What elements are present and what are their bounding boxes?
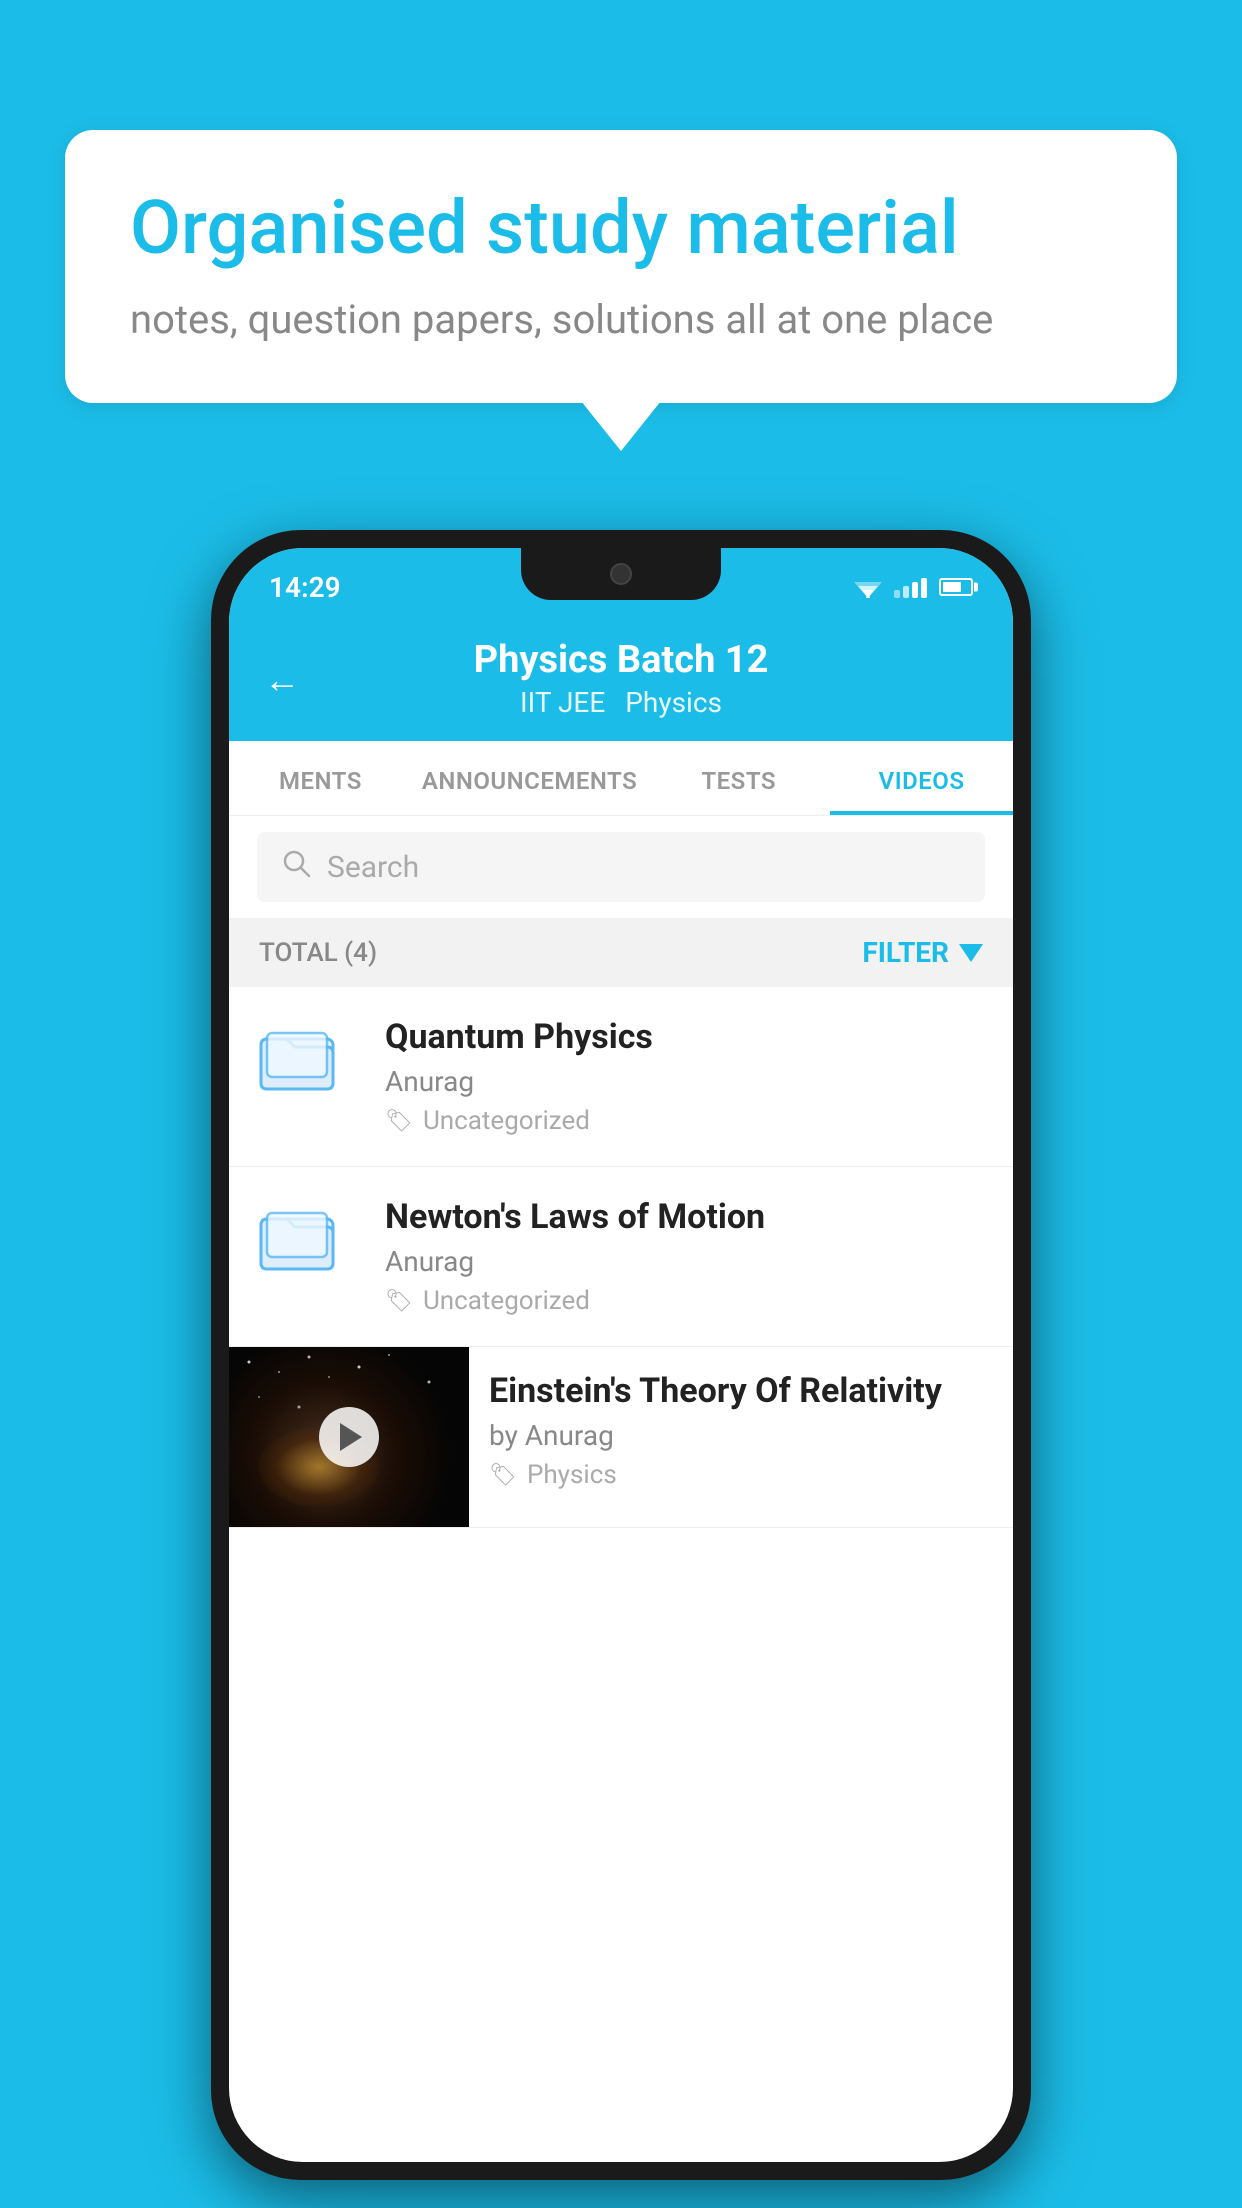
tab-ments[interactable]: MENTS [229, 741, 412, 815]
battery-icon [939, 578, 973, 596]
tab-videos[interactable]: VIDEOS [830, 741, 1013, 815]
search-bar[interactable]: Search [257, 832, 985, 902]
tab-tests[interactable]: TESTS [647, 741, 830, 815]
phone-screen: 14:29 [229, 548, 1013, 2162]
header-tag-physics: Physics [625, 686, 722, 719]
status-icons [854, 576, 973, 598]
tag-label: Uncategorized [423, 1286, 590, 1316]
search-container: Search [229, 816, 1013, 918]
video-author: by Anurag [489, 1419, 993, 1452]
list-item[interactable]: Einstein's Theory Of Relativity by Anura… [229, 1347, 1013, 1528]
video-thumbnail [229, 1347, 469, 1527]
tabs-container: MENTS ANNOUNCEMENTS TESTS VIDEOS [229, 741, 1013, 816]
phone-outer: 14:29 [211, 530, 1031, 2180]
total-count: TOTAL (4) [259, 938, 377, 968]
video-tag: 🏷 Uncategorized [385, 1106, 985, 1136]
play-button[interactable] [319, 1407, 379, 1467]
video-author: Anurag [385, 1245, 985, 1278]
tag-icon: 🏷 [385, 1289, 413, 1314]
video-item-info: Newton's Laws of Motion Anurag 🏷 Uncateg… [385, 1197, 985, 1316]
header-tag-iitjee: IIT JEE [520, 686, 605, 719]
list-item[interactable]: Newton's Laws of Motion Anurag 🏷 Uncateg… [229, 1167, 1013, 1347]
bubble-subtitle: notes, question papers, solutions all at… [130, 296, 1112, 343]
play-icon [340, 1423, 362, 1451]
header-title: Physics Batch 12 [474, 638, 769, 682]
notch [521, 548, 721, 600]
folder-icon [257, 1197, 357, 1281]
video-author: Anurag [385, 1065, 985, 1098]
filter-icon [959, 944, 983, 962]
app-header: ← Physics Batch 12 IIT JEE Physics [229, 618, 1013, 741]
signal-icon [894, 576, 927, 598]
tag-icon: 🏷 [385, 1109, 413, 1134]
video-item-info: Quantum Physics Anurag 🏷 Uncategorized [385, 1017, 985, 1136]
speech-bubble-container: Organised study material notes, question… [65, 130, 1177, 403]
tag-label: Physics [527, 1460, 617, 1490]
video-title: Einstein's Theory Of Relativity [489, 1371, 993, 1411]
filter-bar: TOTAL (4) FILTER [229, 918, 1013, 987]
search-placeholder: Search [327, 850, 419, 885]
video-tag: 🏷 Uncategorized [385, 1286, 985, 1316]
video-tag: 🏷 Physics [489, 1460, 993, 1490]
phone-mockup: 14:29 [211, 530, 1031, 2180]
tag-icon: 🏷 [489, 1463, 517, 1488]
front-camera [610, 563, 632, 585]
status-time: 14:29 [269, 571, 341, 604]
video-title: Quantum Physics [385, 1017, 985, 1057]
video-list: Quantum Physics Anurag 🏷 Uncategorized [229, 987, 1013, 1528]
app-background: Organised study material notes, question… [0, 0, 1242, 2208]
filter-label: FILTER [862, 936, 949, 969]
header-subtitle: IIT JEE Physics [520, 686, 722, 719]
tag-label: Uncategorized [423, 1106, 590, 1136]
folder-icon [257, 1017, 357, 1101]
bubble-title: Organised study material [130, 185, 1112, 274]
search-icon [281, 848, 311, 886]
tab-announcements[interactable]: ANNOUNCEMENTS [412, 741, 647, 815]
speech-bubble: Organised study material notes, question… [65, 130, 1177, 403]
wifi-icon [854, 576, 882, 598]
back-button[interactable]: ← [264, 659, 300, 701]
list-item[interactable]: Quantum Physics Anurag 🏷 Uncategorized [229, 987, 1013, 1167]
video-item-info: Einstein's Theory Of Relativity by Anura… [469, 1347, 1013, 1514]
filter-button[interactable]: FILTER [862, 936, 983, 969]
video-title: Newton's Laws of Motion [385, 1197, 985, 1237]
